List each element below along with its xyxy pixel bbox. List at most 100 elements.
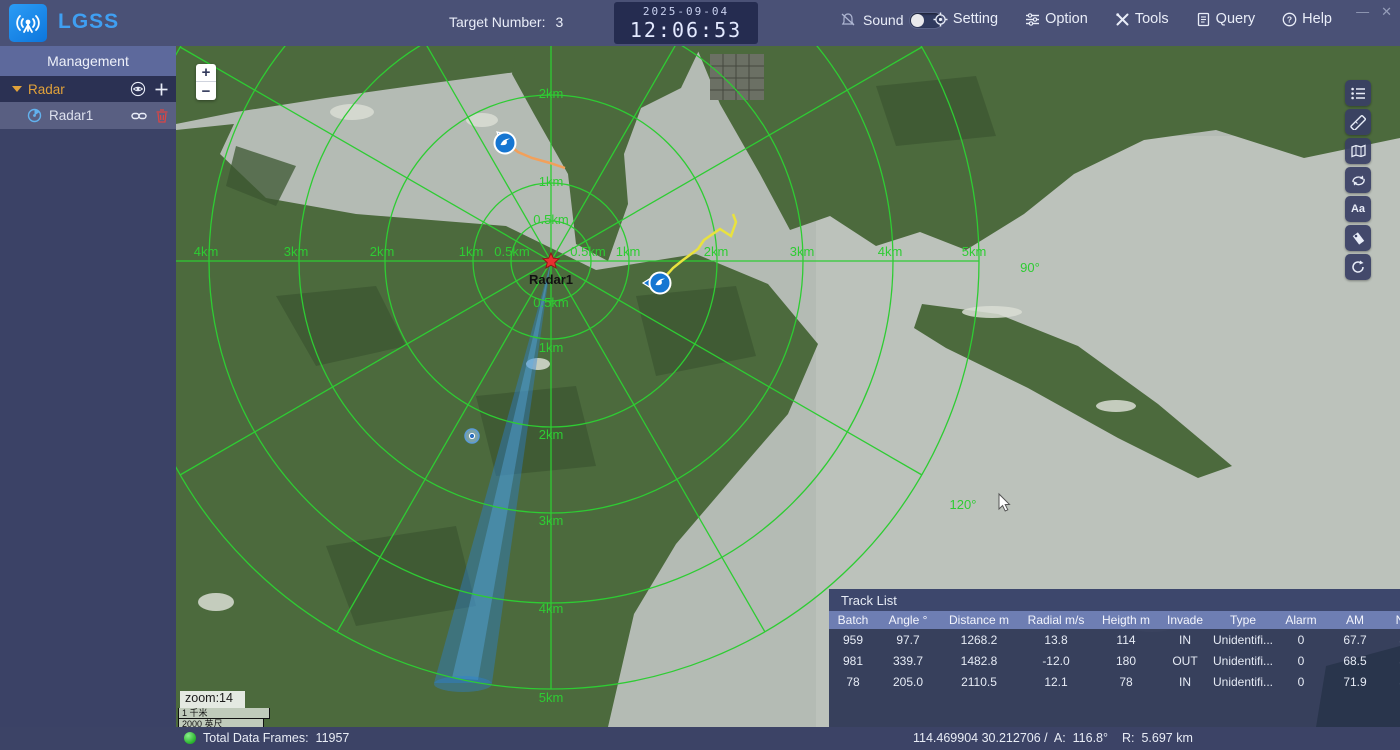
menu-option[interactable]: Option	[1025, 11, 1088, 27]
total-data-frames: Total Data Frames: 11957	[203, 731, 349, 745]
text-label-button[interactable]: Aa	[1345, 196, 1371, 222]
column-header: AM	[1327, 611, 1383, 629]
sound-label: Sound	[863, 12, 903, 28]
refresh-tool-button[interactable]	[1345, 254, 1371, 280]
range-label: R:	[1122, 731, 1135, 745]
visibility-icon[interactable]	[130, 81, 146, 97]
target-number-label: Target Number:	[449, 14, 545, 30]
radar-site-label: Radar1	[529, 272, 573, 287]
track-cell: 13.8	[1019, 629, 1093, 650]
sidebar-item-radar1[interactable]: Radar1	[0, 102, 176, 129]
radar-group-label: Radar	[28, 82, 65, 97]
azimuth-value: 116.8°	[1073, 731, 1108, 745]
angle-label-90: 90°	[1020, 260, 1040, 275]
track-cell: 71.9	[1327, 671, 1383, 692]
track-cell: 97.7	[877, 629, 939, 650]
track-cell: 68.5	[1327, 650, 1383, 671]
datetime-display: 2025-09-04 12:06:53	[614, 2, 758, 44]
list-tool-button[interactable]	[1345, 80, 1371, 106]
menu-help[interactable]: ? Help	[1282, 11, 1332, 27]
menu-tools-label: Tools	[1135, 11, 1169, 27]
svg-text:2km: 2km	[370, 244, 395, 259]
column-header: Angle °	[877, 611, 939, 629]
map-toolbar: Aa	[1345, 80, 1371, 280]
svg-text:1km: 1km	[459, 244, 484, 259]
track-cell: 38.3	[1383, 650, 1400, 671]
target-marker-3[interactable]	[465, 429, 479, 443]
scalebar-imperial: 2000 英尺	[178, 719, 264, 727]
delete-icon[interactable]	[156, 109, 168, 123]
track-row[interactable]: 981339.71482.8-12.0180OUTUnidentifi...06…	[829, 650, 1400, 671]
zoom-out-button[interactable]: −	[196, 82, 216, 100]
track-table-header: BatchAngle °Distance mRadial m/sHeigth m…	[829, 611, 1400, 629]
document-icon	[1196, 12, 1211, 27]
compound-structure	[710, 54, 764, 100]
menu-help-label: Help	[1302, 11, 1332, 27]
svg-text:5km: 5km	[539, 690, 564, 705]
svg-text:3km: 3km	[539, 513, 564, 528]
sync-tool-button[interactable]	[1345, 167, 1371, 193]
track-cell: 78	[1093, 671, 1159, 692]
track-cell: 1482.8	[939, 650, 1019, 671]
azimuth-label: A:	[1054, 731, 1066, 745]
help-icon: ?	[1282, 12, 1297, 27]
frames-label: Total Data Frames:	[203, 731, 309, 745]
close-button[interactable]: ✕	[1381, 4, 1392, 20]
track-cell: 2110.5	[939, 671, 1019, 692]
sliders-icon	[1025, 12, 1040, 27]
map-layers-button[interactable]	[1345, 138, 1371, 164]
measure-tool-button[interactable]	[1345, 109, 1371, 135]
caret-down-icon[interactable]	[12, 86, 22, 92]
svg-text:1km: 1km	[539, 174, 564, 189]
radar1-label: Radar1	[49, 108, 93, 123]
bell-muted-icon	[840, 12, 856, 28]
track-table-body: 95997.71268.213.8114INUnidentifi...067.7…	[829, 629, 1400, 692]
menu-tools[interactable]: Tools	[1115, 11, 1169, 27]
range-value: 5.697 km	[1141, 731, 1192, 745]
lonlat-value: 114.469904 30.212706 /	[913, 731, 1048, 745]
svg-text:1km: 1km	[616, 244, 641, 259]
column-header: Heigth m	[1093, 611, 1159, 629]
target-marker-1[interactable]	[495, 132, 516, 154]
svg-text:1km: 1km	[539, 340, 564, 355]
top-menu: Setting Option Tools Query	[933, 11, 1332, 27]
svg-text:0.5km: 0.5km	[494, 244, 529, 259]
sidebar-header: Management	[0, 46, 176, 76]
cursor-coordinates: 114.469904 30.212706 / A: 116.8°	[913, 731, 1108, 745]
track-row[interactable]: 95997.71268.213.8114INUnidentifi...067.7…	[829, 629, 1400, 650]
track-cell: 39.0	[1383, 629, 1400, 650]
link-icon[interactable]	[131, 110, 147, 122]
menu-query-label: Query	[1216, 11, 1256, 27]
sidebar-item-radar-group[interactable]: Radar	[0, 76, 176, 102]
svg-text:5km: 5km	[962, 244, 987, 259]
date-text: 2025-09-04	[614, 5, 758, 18]
track-cell: 67.7	[1327, 629, 1383, 650]
track-cell: 339.7	[877, 650, 939, 671]
menu-setting[interactable]: Setting	[933, 11, 998, 27]
svg-text:2km: 2km	[539, 427, 564, 442]
track-cell: 78	[829, 671, 877, 692]
svg-text:4km: 4km	[878, 244, 903, 259]
zoom-in-button[interactable]: +	[196, 64, 216, 82]
frames-value: 11957	[316, 731, 350, 745]
app-logo	[9, 4, 47, 42]
connection-status-icon	[184, 732, 196, 744]
track-row[interactable]: 78205.02110.512.178INUnidentifi...071.93…	[829, 671, 1400, 692]
minimize-button[interactable]: —	[1356, 4, 1369, 20]
svg-text:0.5km: 0.5km	[570, 244, 605, 259]
track-cell: 12.1	[1019, 671, 1093, 692]
track-list-title: Track List	[841, 593, 897, 608]
tag-tool-button[interactable]	[1345, 225, 1371, 251]
track-cell: Unidentifi...	[1211, 671, 1275, 692]
angle-label-120: 120°	[950, 497, 977, 512]
window-controls: — ✕	[1356, 4, 1392, 20]
add-icon[interactable]	[155, 83, 168, 96]
range-readout: R: 5.697 km	[1122, 731, 1193, 745]
menu-query[interactable]: Query	[1196, 11, 1256, 27]
column-header: Distance m	[939, 611, 1019, 629]
map-canvas[interactable]: 4km 3km 2km 1km 0.5km 0.5km 1km 2km 3km …	[176, 46, 1400, 727]
track-cell: IN	[1159, 671, 1211, 692]
svg-text:0.5km: 0.5km	[533, 295, 568, 310]
column-header: Radial m/s	[1019, 611, 1093, 629]
target-number: Target Number:3	[449, 14, 563, 30]
